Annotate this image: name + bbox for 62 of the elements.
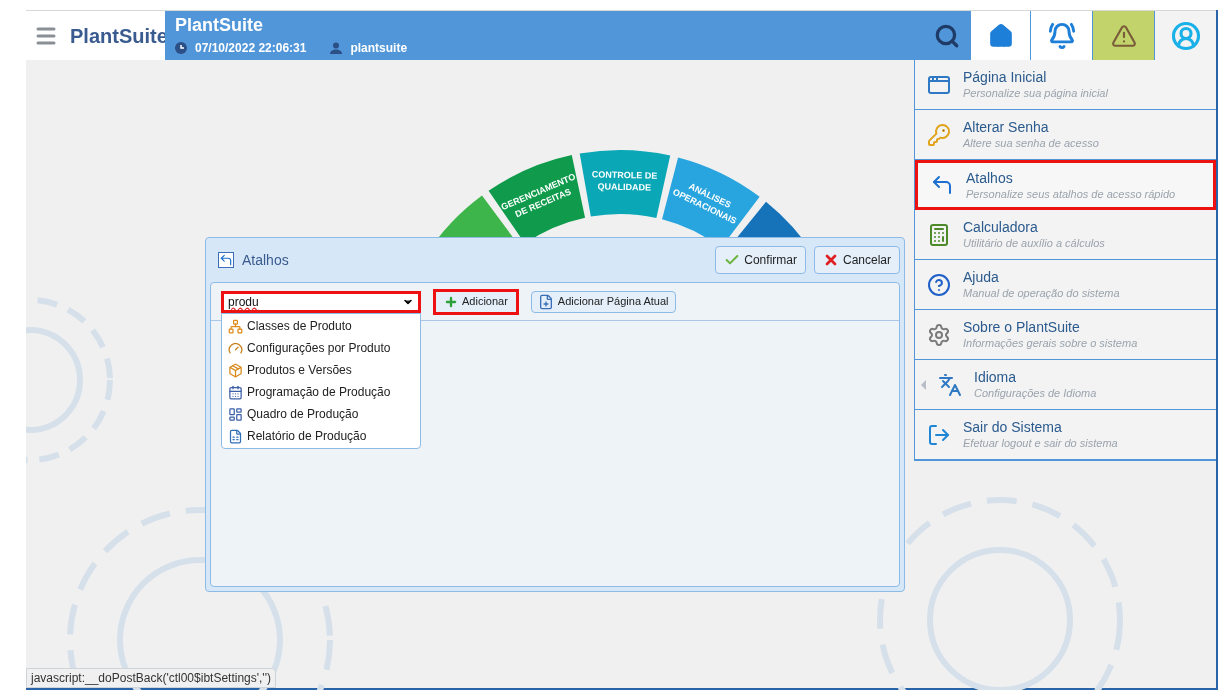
warning-icon <box>1110 22 1137 49</box>
menu-item-subtitle: Personalize seus atalhos de acesso rápido <box>966 186 1176 201</box>
menu-item-title: Sair do Sistema <box>963 419 1063 436</box>
schedule-icon <box>228 384 243 400</box>
notifications-button[interactable] <box>1030 11 1092 60</box>
user-icon <box>330 41 343 54</box>
plus-icon <box>444 294 458 309</box>
search-icon <box>933 22 960 49</box>
logo: PlantSuite <box>70 23 168 49</box>
app-title: PlantSuite <box>175 14 264 35</box>
dropdown-option[interactable]: Relatório de Produção <box>222 425 420 447</box>
box-icon <box>228 362 243 378</box>
dropdown-option[interactable]: Configurações por Produto <box>222 337 420 359</box>
menu-item[interactable]: Atalhos Personalize seus atalhos de acesso rápido <box>915 160 1216 210</box>
username: plantsuite <box>350 39 408 57</box>
menu-item-subtitle: Utilitário de auxílio a cálculos <box>963 236 1105 250</box>
add-current-page-button[interactable]: Adicionar Página Atual <box>530 290 676 313</box>
dropdown-option[interactable]: Produtos e Versões <box>222 359 420 381</box>
menu-item-subtitle: Configurações de Idioma <box>974 386 1097 400</box>
menu-item-title: Atalhos <box>966 169 1014 187</box>
dropdown-option[interactable]: Classes de Produto <box>222 315 420 337</box>
hierarchy-icon <box>228 318 243 334</box>
caret-icon <box>921 379 926 390</box>
language-icon <box>938 372 962 397</box>
menu-item-subtitle: Manual de operação do sistema <box>963 286 1120 300</box>
menu-item[interactable]: Página Inicial Personalize sua página inicial <box>915 60 1216 110</box>
menu-item-title: Calculadora <box>963 219 1039 236</box>
dialog-title: Atalhos <box>242 250 290 270</box>
alerts-button[interactable] <box>1092 11 1154 60</box>
add-button[interactable]: Adicionar <box>433 288 519 315</box>
menu-item-subtitle: Personalize sua página inicial <box>963 86 1108 100</box>
bell-icon <box>1047 21 1076 50</box>
file-plus-icon <box>537 293 554 310</box>
menu-item-title: Sobre o PlantSuite <box>963 319 1081 336</box>
menu-item[interactable]: Idioma Configurações de Idioma <box>915 360 1216 410</box>
menu-item[interactable]: Calculadora Utilitário de auxílio a cálculos <box>915 210 1216 260</box>
confirm-button[interactable]: Confirmar <box>715 246 806 274</box>
status-bar: javascript:__doPostBack('ctl00$ibtSettings','') <box>26 668 276 688</box>
logout-icon <box>927 422 951 447</box>
cancel-button[interactable]: Cancelar <box>813 246 900 274</box>
clock-icon <box>175 41 187 54</box>
menu-item-title: Página Inicial <box>963 69 1048 86</box>
user-icon <box>1170 20 1201 51</box>
help-icon <box>927 272 951 297</box>
menu-item-subtitle: Efetuar logout e sair do sistema <box>963 436 1118 450</box>
search-button[interactable] <box>923 11 970 60</box>
dropdown-option[interactable]: Quadro de Produção <box>222 403 420 425</box>
menu-item[interactable]: Sobre o PlantSuite Informações gerais sobre o sistema <box>915 310 1216 360</box>
home-button[interactable] <box>970 11 1030 60</box>
menu-item[interactable]: Ajuda Manual de operação do sistema <box>915 260 1216 310</box>
search-combobox[interactable]: produ <box>221 290 421 313</box>
menu-item-title: Alterar Senha <box>963 119 1050 136</box>
datetime: 07/10/2022 22:06:31 <box>195 39 307 57</box>
menu-item-subtitle: Informações gerais sobre o sistema <box>963 336 1138 350</box>
menu-item-title: Idioma <box>974 369 1018 386</box>
report-icon <box>228 428 243 444</box>
menu-item[interactable]: Sair do Sistema Efetuar logout e sair do sistema <box>915 410 1216 460</box>
dropdown-option[interactable]: Programação de Produção <box>222 381 420 403</box>
menu-item-subtitle: Altere sua senha de acesso <box>963 136 1099 150</box>
menu-item-title: Ajuda <box>963 269 1000 286</box>
wheel-label: CONTROLE DE QUALIDADE <box>591 169 658 193</box>
calculator-icon <box>927 222 951 247</box>
